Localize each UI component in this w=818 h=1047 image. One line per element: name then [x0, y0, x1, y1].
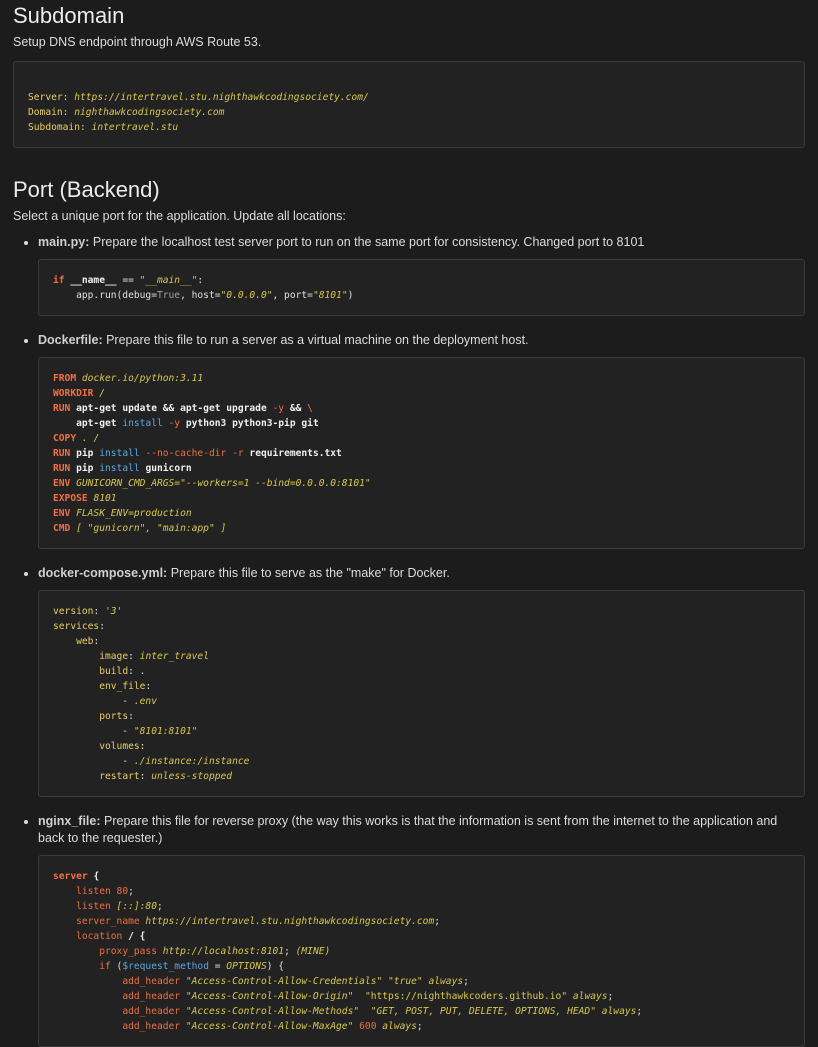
page-content: Subdomain Setup DNS endpoint through AWS… — [0, 0, 818, 1047]
code-line: server_name https://intertravel.stu.nigh… — [76, 916, 440, 927]
subdomain-config-block: Server: https://intertravel.stu.nighthaw… — [13, 61, 805, 148]
code-line: if ($request_method = OPTIONS) { — [99, 961, 285, 972]
code-line: CMD [ "gunicorn", "main:app" ] — [53, 523, 227, 534]
code-line: add_header "Access-Control-Allow-Methods… — [122, 1006, 643, 1017]
code-line: build: . — [99, 666, 146, 677]
code-line: services: — [53, 621, 105, 632]
config-line-server: Server: https://intertravel.stu.nighthaw… — [28, 92, 369, 103]
config-line-domain: Domain: nighthawkcodingsociety.com — [28, 107, 225, 118]
code-line: RUN apt-get update && apt-get upgrade -y… — [53, 403, 313, 414]
list-item-dockerfile: Dockerfile: Prepare this file to run a s… — [13, 332, 805, 549]
list-item-nginx-file: nginx_file: Prepare this file for revers… — [13, 813, 805, 1047]
code-line: ports: — [99, 711, 134, 722]
code-line: location / { — [76, 931, 146, 942]
bullet — [24, 339, 28, 343]
code-line: add_header "Access-Control-Allow-MaxAge"… — [122, 1021, 423, 1032]
code-line: RUN pip install gunicorn — [53, 463, 192, 474]
list-item-main-py: main.py: Prepare the localhost test serv… — [13, 234, 805, 316]
code-line: app.run(debug=True, host="0.0.0.0", port… — [53, 290, 354, 301]
bullet — [24, 241, 28, 245]
bullet — [24, 572, 28, 576]
code-line: - .env — [53, 696, 157, 707]
code-line: listen [::]:80; — [76, 901, 163, 912]
item-filename: nginx_file: — [38, 814, 101, 828]
code-block-dockerfile: FROM docker.io/python:3.11 WORKDIR / RUN a… — [38, 357, 805, 549]
code-line: FROM docker.io/python:3.11 — [53, 373, 204, 384]
config-line-subdomain: Subdomain: intertravel.stu — [28, 122, 179, 133]
code-line: restart: unless-stopped — [99, 771, 233, 782]
code-line: EXPOSE 8101 — [53, 493, 117, 504]
port-description: Select a unique port for the application… — [13, 209, 346, 223]
code-line: RUN pip install --no-cache-dir -r requir… — [53, 448, 342, 459]
code-line: ENV GUNICORN_CMD_ARGS="--workers=1 --bin… — [53, 478, 371, 489]
item-description: Prepare this file to run a server as a v… — [102, 333, 529, 347]
code-line: ENV FLASK_ENV=production — [53, 508, 192, 519]
code-line: apt-get install -y python3 python3-pip g… — [53, 418, 319, 429]
item-description: Prepare the localhost test server port t… — [89, 235, 645, 249]
item-description: Prepare this file for reverse proxy (the… — [38, 814, 778, 845]
subdomain-description: Setup DNS endpoint through AWS Route 53. — [13, 35, 262, 49]
code-line: if __name__ == "__main__": — [53, 275, 204, 286]
code-line: COPY . / — [53, 433, 100, 444]
code-line: listen 80; — [76, 886, 134, 897]
code-block-docker-compose: version: '3' services: web: image: inter_… — [38, 590, 805, 797]
code-line: - ./instance:/instance — [53, 756, 250, 767]
subdomain-heading: Subdomain — [13, 3, 125, 28]
list-item-docker-compose: docker-compose.yml: Prepare this file to… — [13, 565, 805, 797]
code-line: web: — [76, 636, 100, 647]
item-filename: Dockerfile: — [38, 333, 103, 347]
code-line: volumes: — [99, 741, 146, 752]
code-line: add_header "Access-Control-Allow-Origin"… — [122, 991, 614, 1002]
code-line: version: '3' — [53, 606, 123, 617]
code-line: - "8101:8101" — [53, 726, 198, 737]
code-block-nginx-file: server { listen 80; listen [::]:80; serv… — [38, 855, 805, 1047]
code-line: env_file: — [99, 681, 152, 692]
code-line: WORKDIR / — [53, 388, 105, 399]
port-file-list: main.py: Prepare the localhost test serv… — [13, 234, 805, 1047]
code-line: add_header "Access-Control-Allow-Credent… — [122, 976, 469, 987]
code-line: proxy_pass http://localhost:8101; (MINE) — [99, 946, 331, 957]
item-description: Prepare this file to serve as the "make"… — [167, 566, 450, 580]
item-filename: main.py: — [38, 235, 90, 249]
code-line: server { — [53, 871, 100, 882]
code-block-main-py: if __name__ == "__main__": app.run(debug… — [38, 259, 805, 316]
bullet — [24, 820, 28, 824]
item-filename: docker-compose.yml: — [38, 566, 168, 580]
port-heading: Port (Backend) — [13, 177, 160, 202]
code-line: image: inter_travel — [99, 651, 209, 662]
